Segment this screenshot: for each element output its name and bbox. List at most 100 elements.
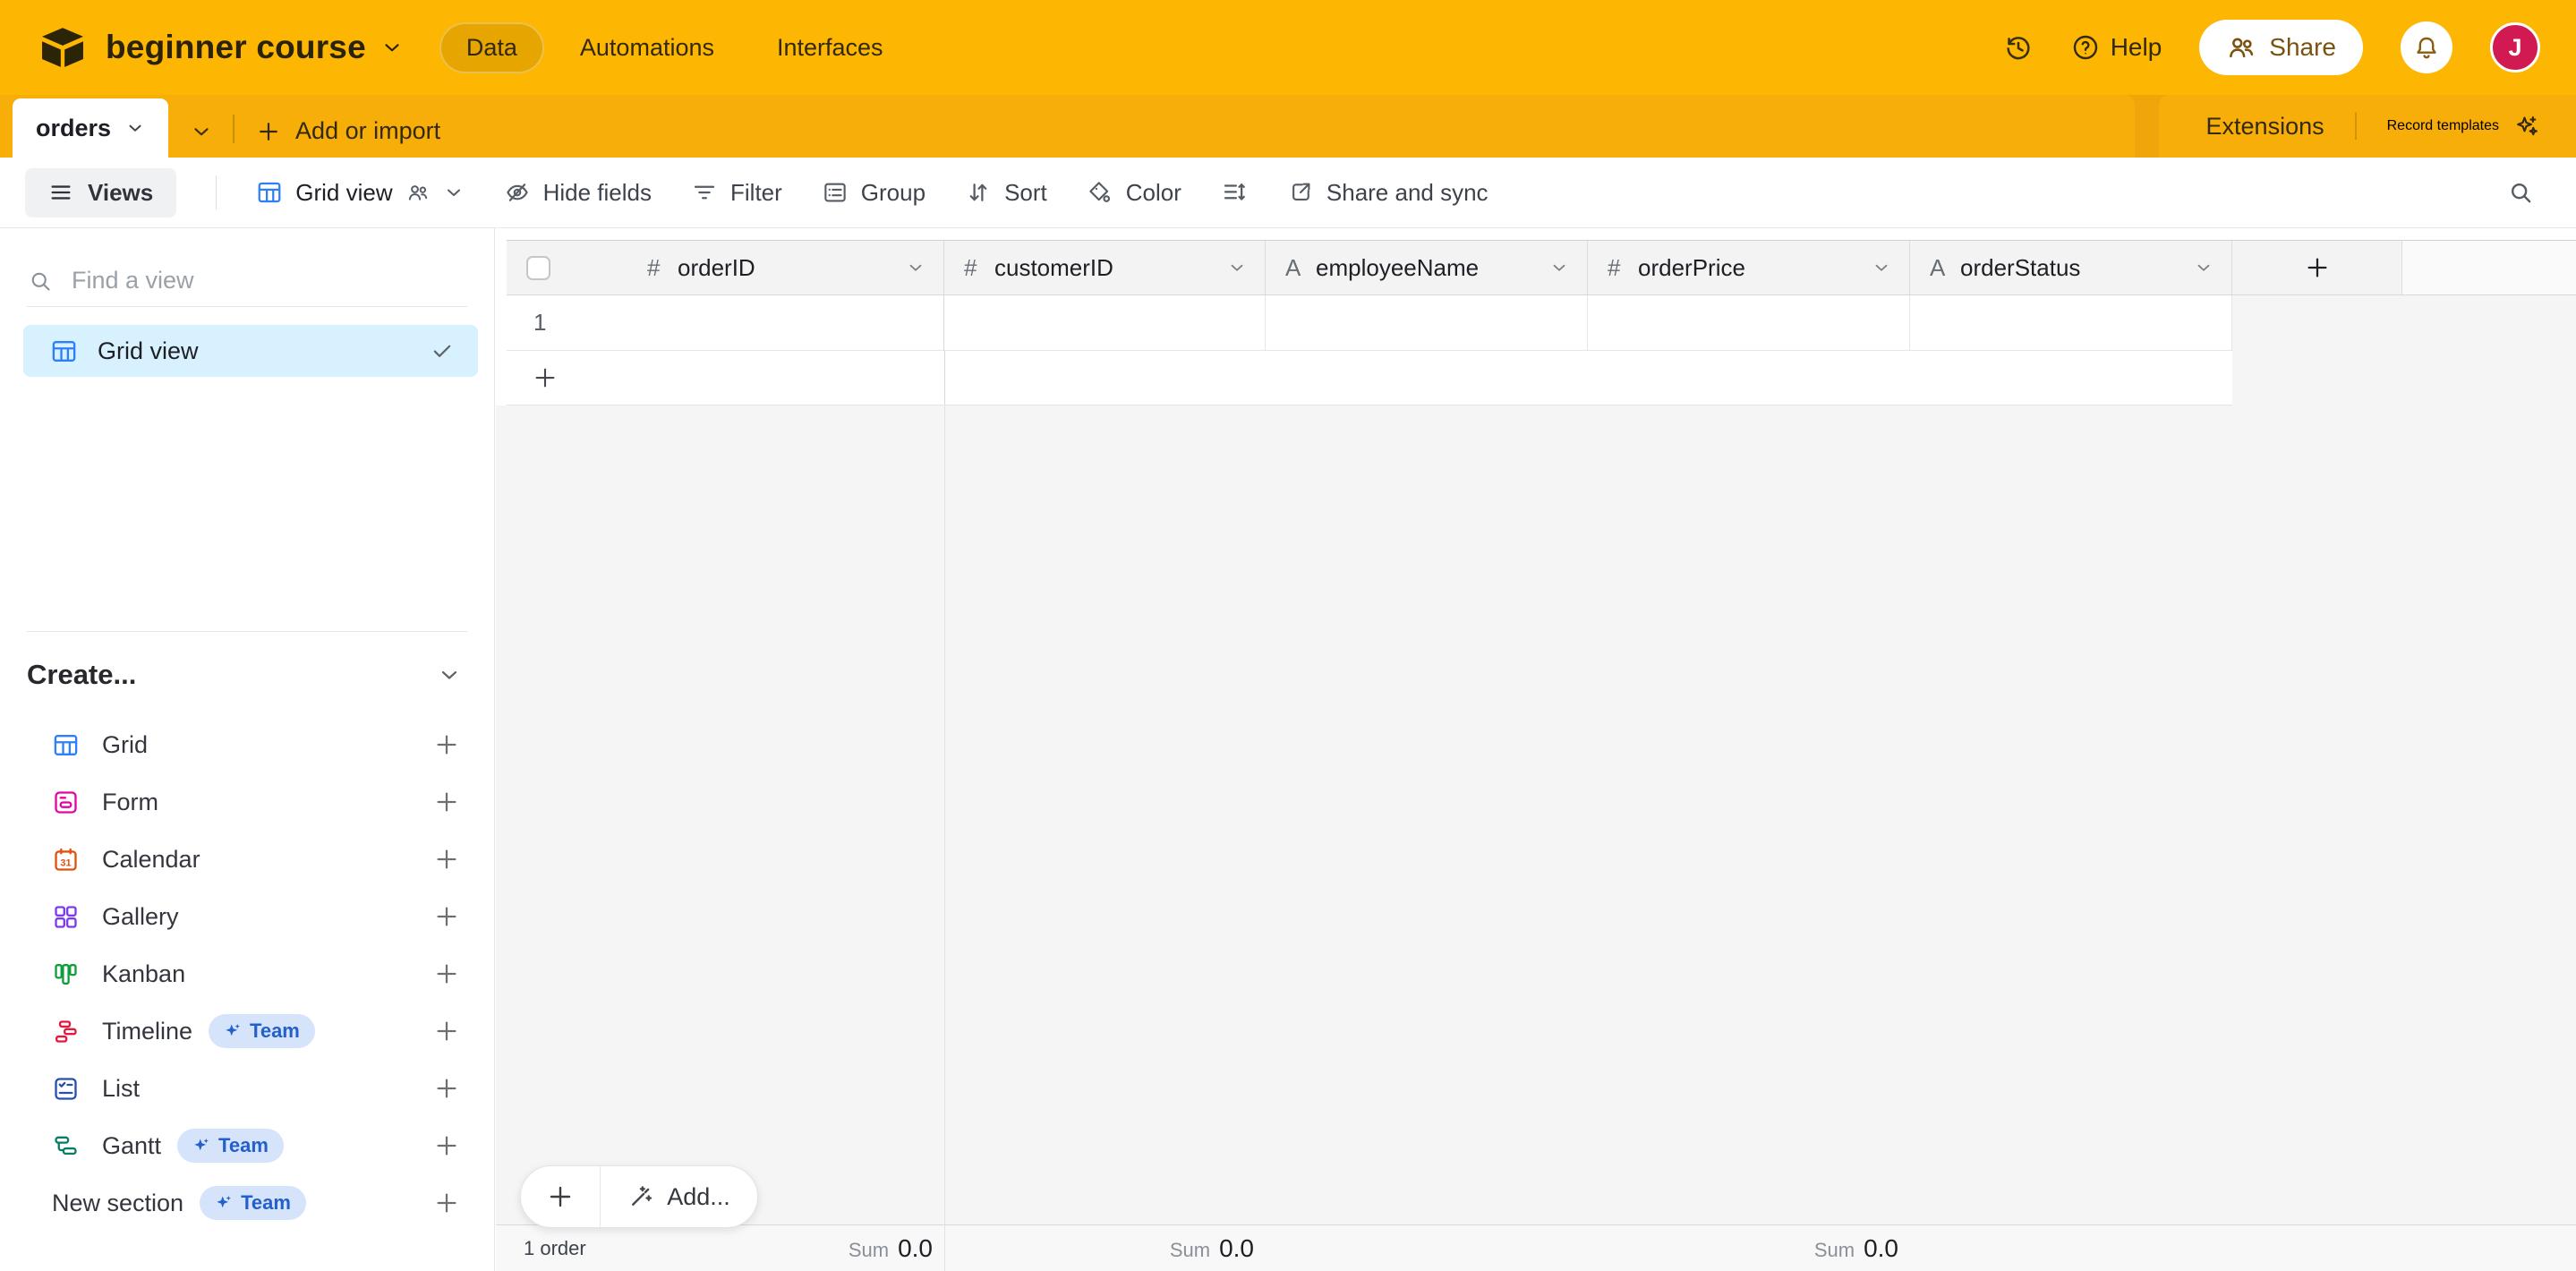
help-button[interactable]: Help <box>2071 33 2162 62</box>
column-header-orderPrice[interactable]: # orderPrice <box>1588 241 1910 295</box>
plus-icon[interactable] <box>433 1018 460 1045</box>
number-field-icon: # <box>1608 254 1638 282</box>
extensions-button[interactable]: Extensions <box>2206 113 2324 141</box>
create-view-list: Grid Form 31 Calendar <box>0 716 494 1232</box>
plus-icon[interactable] <box>433 903 460 930</box>
cell-orderStatus[interactable] <box>1910 295 2232 351</box>
create-item-label: Gallery <box>102 903 179 931</box>
views-sidebar: Grid view Create... Grid <box>0 228 495 1271</box>
plus-icon[interactable] <box>433 789 460 815</box>
sum-orderID[interactable]: Sum 0.0 <box>849 1234 933 1263</box>
column-header-orderID[interactable]: # orderID <box>507 241 944 295</box>
view-chevron-down-icon <box>443 182 465 203</box>
plus-icon[interactable] <box>433 1132 460 1159</box>
avatar[interactable]: J <box>2490 22 2540 73</box>
color-button[interactable]: Color <box>1087 179 1181 207</box>
column-chevron-down-icon[interactable] <box>1549 258 1569 277</box>
add-row-button[interactable] <box>507 351 2232 405</box>
cell-orderPrice[interactable] <box>1588 295 1910 351</box>
bell-icon <box>2412 33 2441 62</box>
workspace-chevron-down-icon[interactable] <box>380 36 404 59</box>
color-icon <box>1087 179 1113 206</box>
create-item-new-section[interactable]: New section Team <box>0 1174 494 1232</box>
hide-fields-label: Hide fields <box>543 179 652 207</box>
sparkle-icon <box>192 1137 210 1155</box>
column-chevron-down-icon[interactable] <box>1227 258 1247 277</box>
select-all-checkbox[interactable] <box>526 256 550 280</box>
form-icon <box>52 789 81 816</box>
sort-label: Sort <box>1004 179 1047 207</box>
tab-automations[interactable]: Automations <box>553 22 741 73</box>
add-or-import-button[interactable]: Add or import <box>256 117 440 145</box>
all-tables-chevron-down-icon[interactable] <box>190 120 213 143</box>
team-badge: Team <box>209 1014 315 1048</box>
create-item-form[interactable]: Form <box>0 773 494 831</box>
create-item-timeline[interactable]: Timeline Team <box>0 1002 494 1060</box>
add-record-button[interactable] <box>521 1166 600 1227</box>
plus-icon[interactable] <box>433 846 460 873</box>
find-view-input[interactable] <box>72 267 467 294</box>
current-view-button[interactable]: Grid view <box>256 179 464 207</box>
row-height-button[interactable] <box>1221 179 1248 206</box>
plus-icon[interactable] <box>433 1075 460 1102</box>
create-item-gantt[interactable]: Gantt Team <box>0 1117 494 1174</box>
team-badge: Team <box>200 1186 306 1220</box>
plus-icon[interactable] <box>433 1190 460 1216</box>
tab-interfaces[interactable]: Interfaces <box>750 22 910 73</box>
plus-icon <box>256 119 281 144</box>
cell-orderID[interactable]: 1 <box>507 295 944 351</box>
column-chevron-down-icon[interactable] <box>1872 258 1891 277</box>
grid-icon <box>52 731 81 759</box>
plus-icon[interactable] <box>433 960 460 987</box>
airtable-logo-icon[interactable] <box>39 27 86 68</box>
sparkle-icon <box>224 1022 242 1040</box>
column-name: orderStatus <box>1960 254 2080 282</box>
column-header-employeeName[interactable]: A employeeName <box>1266 241 1588 295</box>
view-collaborators-icon <box>405 180 431 205</box>
text-field-icon: A <box>1285 254 1316 282</box>
notifications-button[interactable] <box>2401 21 2452 73</box>
create-item-grid[interactable]: Grid <box>0 716 494 773</box>
text-field-icon: A <box>1930 254 1960 282</box>
column-header-customerID[interactable]: # customerID <box>944 241 1266 295</box>
sum-customerID[interactable]: Sum 0.0 <box>1170 1234 1254 1263</box>
filter-button[interactable]: Filter <box>691 179 782 207</box>
kanban-icon <box>52 960 81 988</box>
sort-button[interactable]: Sort <box>965 179 1047 207</box>
column-name: orderPrice <box>1638 254 1745 282</box>
create-item-calendar[interactable]: 31 Calendar <box>0 831 494 888</box>
cell-customerID[interactable] <box>944 295 1266 351</box>
share-and-sync-button[interactable]: Share and sync <box>1287 179 1488 207</box>
sum-orderPrice[interactable]: Sum 0.0 <box>1814 1234 1898 1263</box>
history-icon[interactable] <box>2003 32 2034 63</box>
views-button[interactable]: Views <box>25 168 176 218</box>
share-and-sync-label: Share and sync <box>1326 179 1488 207</box>
sum-value: 0.0 <box>1219 1234 1254 1263</box>
column-chevron-down-icon[interactable] <box>2194 258 2213 277</box>
table-tab-chevron-down-icon[interactable] <box>125 118 145 138</box>
ai-add-records-button[interactable]: Add... <box>601 1166 757 1227</box>
create-item-kanban[interactable]: Kanban <box>0 945 494 1002</box>
share-button[interactable]: Share <box>2199 20 2363 75</box>
add-field-button[interactable] <box>2232 241 2402 295</box>
create-item-gallery[interactable]: Gallery <box>0 888 494 945</box>
record-templates-button[interactable]: Record templates <box>2387 113 2540 140</box>
table-tab-orders[interactable]: orders <box>13 98 168 158</box>
search-icon[interactable] <box>2506 178 2535 207</box>
external-link-icon <box>1287 179 1314 206</box>
column-header-orderStatus[interactable]: A orderStatus <box>1910 241 2232 295</box>
workspace-title[interactable]: beginner course <box>106 29 366 66</box>
help-icon <box>2071 33 2100 62</box>
create-item-label: Kanban <box>102 960 185 988</box>
create-item-label: Gantt <box>102 1132 161 1160</box>
view-toolbar: Views Grid view Hide fields Filt <box>0 158 2576 228</box>
column-chevron-down-icon[interactable] <box>906 258 925 277</box>
create-section-header[interactable]: Create... <box>27 659 462 691</box>
hide-fields-button[interactable]: Hide fields <box>504 179 652 207</box>
cell-employeeName[interactable] <box>1266 295 1588 351</box>
sidebar-item-grid-view[interactable]: Grid view <box>23 325 478 377</box>
group-button[interactable]: Group <box>822 179 925 207</box>
tab-data[interactable]: Data <box>439 22 544 73</box>
create-item-list[interactable]: List <box>0 1060 494 1117</box>
plus-icon[interactable] <box>433 731 460 758</box>
